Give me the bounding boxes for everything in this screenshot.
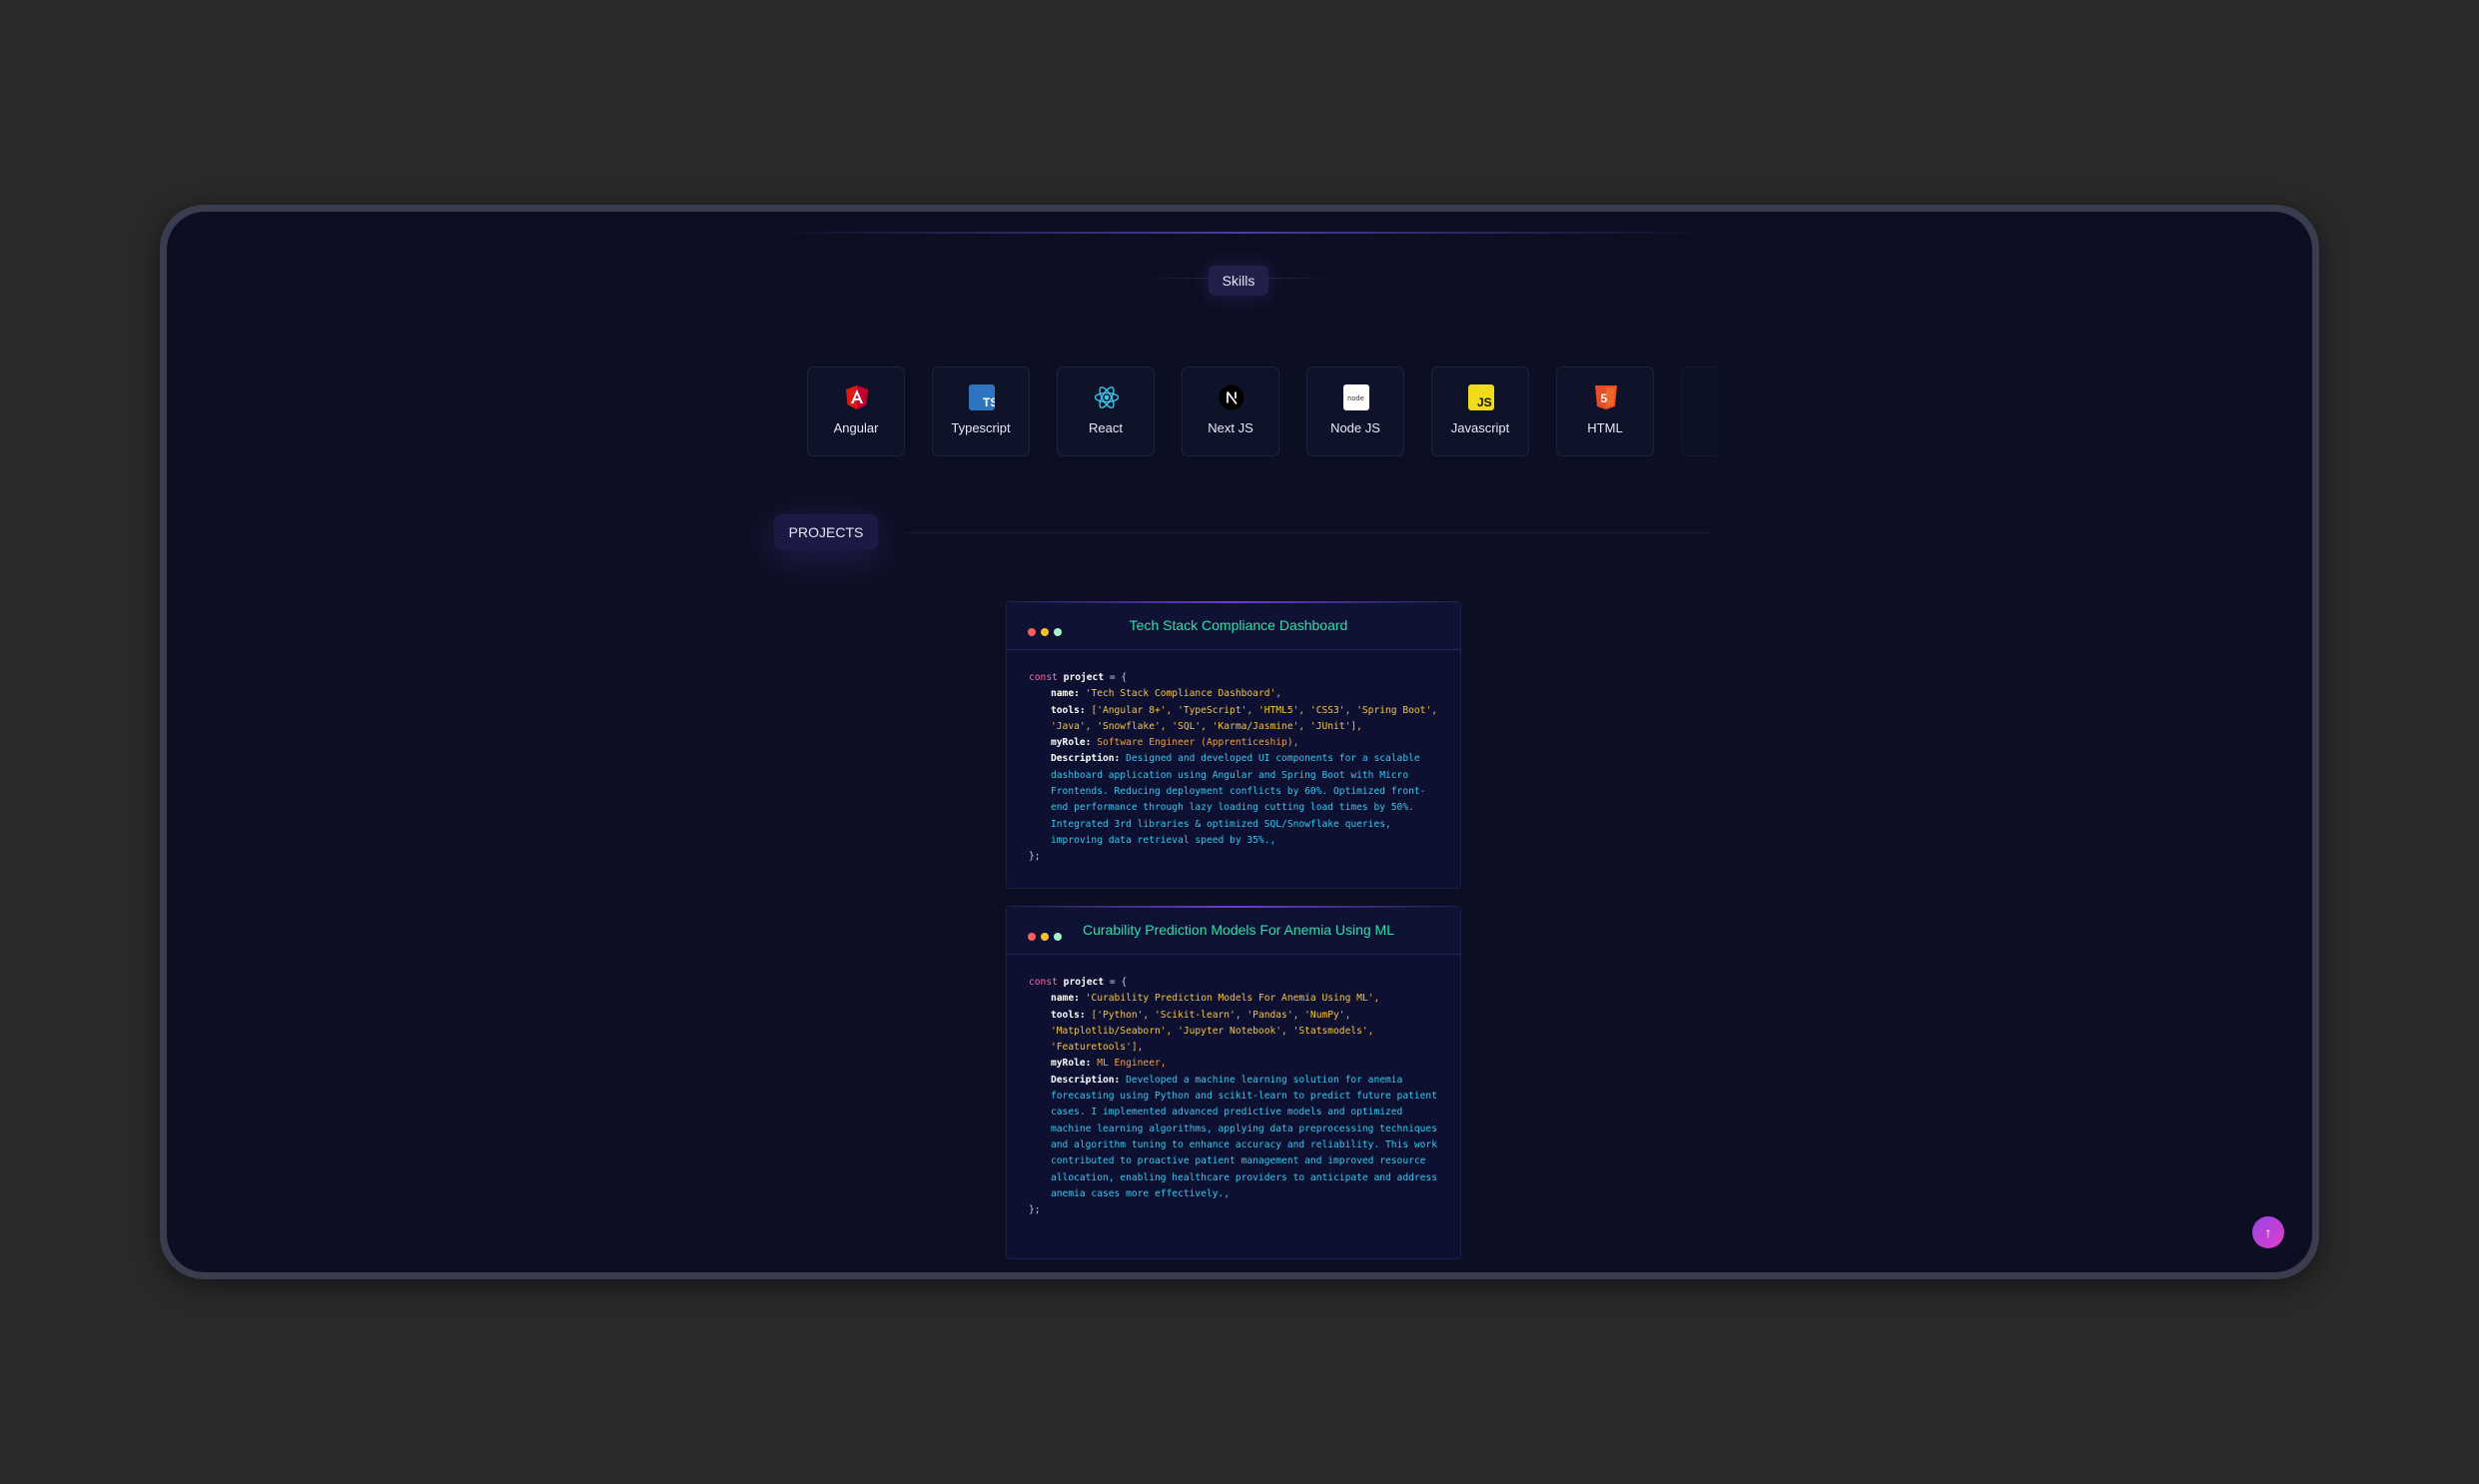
nodejs-icon: node	[1343, 384, 1369, 410]
typescript-icon: TS	[969, 384, 995, 410]
code-description: Designed and developed UI components for…	[1051, 753, 1426, 846]
javascript-icon: JS	[1468, 384, 1494, 410]
skill-card-partial[interactable]	[1681, 367, 1717, 456]
code-variable: project	[1063, 672, 1105, 683]
code-punct: };	[1029, 1204, 1041, 1216]
skill-card-react[interactable]: React	[1057, 367, 1155, 456]
top-divider	[774, 232, 1709, 234]
device-frame: Skills Angular TS Typescript React Next …	[160, 205, 2319, 1279]
code-block: const project = { name: 'Tech Stack Comp…	[1007, 650, 1460, 882]
svg-text:JS: JS	[1477, 395, 1492, 409]
code-key: name:	[1051, 688, 1080, 700]
code-key: Description:	[1051, 1074, 1121, 1086]
projects-heading: PROJECTS	[774, 514, 878, 550]
project-card[interactable]: Curability Prediction Models For Anemia …	[1006, 906, 1461, 1259]
code-key: tools:	[1051, 704, 1086, 716]
code-string: ['Python', 'Scikit-learn', 'Pandas', 'Nu…	[1051, 1009, 1374, 1054]
code-block: const project = { name: 'Curability Pred…	[1007, 955, 1460, 1234]
react-icon	[1094, 386, 1120, 408]
code-key: myRole:	[1051, 737, 1092, 749]
code-string: 'Curability Prediction Models For Anemia…	[1085, 993, 1380, 1005]
project-card[interactable]: Tech Stack Compliance Dashboard const pr…	[1006, 601, 1461, 889]
skills-heading: Skills	[1209, 266, 1268, 296]
skill-label: Angular	[833, 420, 879, 435]
portfolio-screen: Skills Angular TS Typescript React Next …	[167, 212, 2312, 1272]
code-variable: project	[1063, 977, 1105, 988]
skill-card-javascript[interactable]: JS Javascript	[1431, 367, 1529, 456]
code-key: tools:	[1051, 1009, 1086, 1021]
skill-label: Typescript	[951, 420, 1011, 435]
skill-card-angular[interactable]: Angular	[807, 367, 905, 456]
svg-text:5: 5	[1601, 391, 1608, 405]
code-punct: = {	[1104, 672, 1128, 683]
svg-text:node: node	[1347, 394, 1364, 402]
skill-label: Next JS	[1208, 420, 1253, 435]
skill-card-nodejs[interactable]: node Node JS	[1306, 367, 1404, 456]
project-title: Tech Stack Compliance Dashboard	[1129, 617, 1348, 633]
scroll-to-top-button[interactable]: ↑	[2252, 1216, 2284, 1248]
skill-card-html[interactable]: 5 HTML	[1556, 367, 1654, 456]
card-header: Tech Stack Compliance Dashboard	[1007, 601, 1460, 650]
arrow-up-icon: ↑	[2264, 1224, 2272, 1240]
skill-card-nextjs[interactable]: Next JS	[1182, 367, 1279, 456]
code-role: Software Engineer (Apprenticeship),	[1097, 737, 1299, 749]
code-keyword: const	[1029, 672, 1058, 683]
skill-label: Javascript	[1450, 420, 1510, 435]
projects-divider	[906, 532, 1711, 533]
nextjs-icon	[1219, 384, 1244, 410]
skill-card-typescript[interactable]: TS Typescript	[932, 367, 1030, 456]
project-title: Curability Prediction Models For Anemia …	[1082, 922, 1394, 938]
angular-icon	[846, 385, 868, 409]
skill-label: HTML	[1587, 420, 1623, 435]
code-key: Description:	[1051, 753, 1121, 765]
skill-label: React	[1089, 420, 1123, 435]
code-string: ['Angular 8+', 'TypeScript', 'HTML5', 'C…	[1051, 704, 1437, 732]
code-keyword: const	[1029, 977, 1058, 988]
svg-text:TS: TS	[983, 395, 995, 409]
code-role: ML Engineer,	[1097, 1058, 1167, 1070]
skill-label: Node JS	[1330, 420, 1380, 435]
code-string: 'Tech Stack Compliance Dashboard',	[1085, 688, 1282, 700]
html-icon: 5	[1595, 385, 1617, 409]
code-punct: };	[1029, 851, 1041, 863]
code-description: Developed a machine learning solution fo…	[1051, 1074, 1437, 1199]
code-key: myRole:	[1051, 1058, 1092, 1070]
card-header: Curability Prediction Models For Anemia …	[1007, 906, 1460, 955]
code-key: name:	[1051, 993, 1080, 1005]
code-punct: = {	[1104, 977, 1128, 988]
